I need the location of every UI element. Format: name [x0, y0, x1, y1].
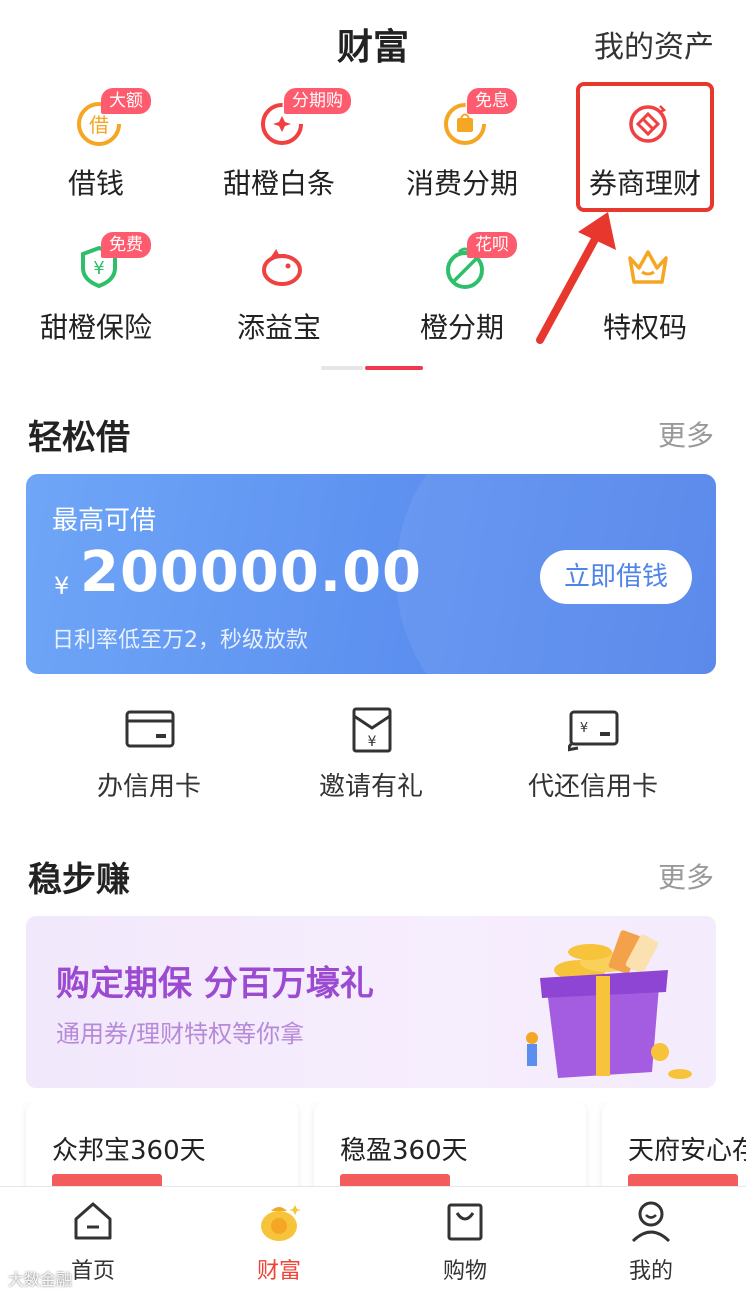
watermark: 大数金融: [8, 1270, 73, 1289]
quick-item-repay-card[interactable]: ¥ 代还信用卡: [470, 700, 716, 810]
repay-card-icon: ¥: [568, 710, 619, 752]
quick-item-label: 办信用卡: [96, 772, 201, 802]
badge-installment-buy: 分期购: [284, 88, 351, 114]
product-list: 众邦宝360天 稳盈360天 天府安心存: [0, 1102, 746, 1192]
quick-item-label: 代还信用卡: [527, 772, 658, 802]
badge-interest-free: 免息: [467, 88, 517, 114]
more-link-steady-earn[interactable]: 更多: [658, 856, 714, 896]
quick-item-invite[interactable]: ¥ 邀请有礼: [248, 700, 494, 810]
more-link-easy-borrow[interactable]: 更多: [658, 414, 714, 454]
grid-item-label: 借钱: [67, 167, 124, 200]
promo-subtitle: 通用券/理财特权等你拿: [56, 1020, 305, 1048]
badge-free: 免费: [101, 232, 151, 258]
grid-item-tianyibao[interactable]: 添益宝: [186, 224, 372, 354]
section-title-steady-earn: 稳步赚: [28, 860, 130, 900]
max-borrow-amount: 200000.00: [80, 540, 422, 605]
grid-item-orange-installment[interactable]: 花呗 橙分期: [369, 224, 555, 354]
highlight-box: [576, 82, 714, 212]
credit-card-icon: [125, 710, 175, 748]
section-title-easy-borrow: 轻松借: [28, 418, 130, 458]
my-assets-link[interactable]: 我的资产: [594, 22, 714, 66]
profile-icon: [631, 1201, 671, 1243]
quick-item-label: 邀请有礼: [318, 772, 423, 802]
promo-banner[interactable]: 购定期保 分百万壕礼 通用券/理财特权等你拿: [26, 916, 716, 1088]
tab-wealth[interactable]: 财富: [186, 1187, 372, 1290]
crown-icon: [628, 250, 668, 284]
max-borrow-label: 最高可借: [52, 506, 157, 536]
annotation-arrow-icon: [536, 212, 616, 344]
tab-profile[interactable]: 我的: [558, 1187, 744, 1290]
red-envelope-icon: ¥: [352, 707, 392, 753]
bottom-tab-bar: 首页 财富 购物 我的: [0, 1186, 746, 1290]
shopping-bag-icon: [447, 1203, 483, 1241]
grid-item-label: 消费分期: [405, 167, 518, 200]
page-header: 财富 我的资产: [0, 0, 746, 80]
page-indicator: [321, 366, 423, 371]
svg-text:¥: ¥: [368, 734, 377, 750]
grid-item-borrow[interactable]: 借 大额 借钱: [3, 80, 189, 210]
borrow-now-button[interactable]: 立即借钱: [540, 550, 692, 604]
product-name: 稳盈360天: [340, 1136, 468, 1166]
svg-text:借: 借: [89, 113, 109, 137]
promo-title: 购定期保 分百万壕礼: [56, 964, 374, 1004]
grid-item-label: 甜橙白条: [222, 167, 335, 200]
tab-label: 我的: [628, 1259, 673, 1284]
loan-rate-note: 日利率低至万2，秒级放款: [52, 628, 308, 653]
piggy-bank-icon: [262, 249, 302, 286]
quick-item-apply-card[interactable]: 办信用卡: [26, 700, 272, 810]
svg-text:¥: ¥: [93, 258, 104, 279]
product-card[interactable]: 众邦宝360天: [26, 1102, 298, 1192]
product-card[interactable]: 天府安心存: [602, 1102, 746, 1192]
quick-actions: 办信用卡 ¥ 邀请有礼 ¥ 代还信用卡: [0, 700, 746, 810]
page-dot-active: [365, 366, 423, 370]
page-dot: [321, 366, 363, 370]
tab-label: 财富: [256, 1259, 301, 1284]
product-name: 天府安心存: [628, 1136, 746, 1166]
tab-shopping[interactable]: 购物: [372, 1187, 558, 1290]
product-name: 众邦宝360天: [52, 1136, 206, 1166]
gift-box-illustration-icon: [526, 930, 692, 1079]
grid-item-consumer-installment[interactable]: 免息 消费分期: [369, 80, 555, 210]
grid-item-baitiao[interactable]: 分期购 甜橙白条: [186, 80, 372, 210]
wealth-bag-icon: [261, 1205, 301, 1241]
badge-large: 大额: [101, 88, 151, 114]
grid-item-label: 橙分期: [419, 311, 504, 344]
loan-card[interactable]: 最高可借 ¥ 200000.00 日利率低至万2，秒级放款 立即借钱: [26, 474, 716, 674]
currency-symbol: ¥: [54, 572, 70, 600]
badge-huabei: 花呗: [467, 232, 517, 258]
grid-item-label: 添益宝: [236, 311, 321, 344]
svg-text:¥: ¥: [580, 721, 588, 736]
product-card[interactable]: 稳盈360天: [314, 1102, 586, 1192]
grid-item-insurance[interactable]: ¥ 免费 甜橙保险: [3, 224, 189, 354]
tab-label: 购物: [442, 1259, 487, 1284]
home-icon: [74, 1202, 112, 1240]
grid-item-label: 甜橙保险: [39, 311, 152, 344]
